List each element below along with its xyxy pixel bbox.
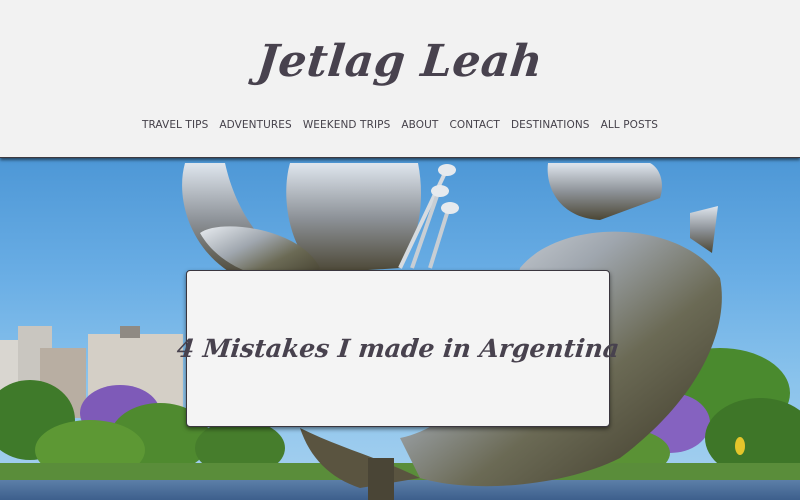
stamen-tip [441, 202, 459, 214]
nav-item-weekend-trips[interactable]: WEEKEND TRIPS [303, 119, 391, 131]
sculpture-stem [368, 458, 394, 500]
nav-item-travel-tips[interactable]: TRAVEL TIPS [142, 119, 208, 131]
post-title-card[interactable]: 4 Mistakes I made in Argentina [175, 270, 621, 427]
building-roof [120, 326, 140, 338]
sculpture-stamen [428, 209, 450, 269]
nav-item-destinations[interactable]: DESTINATIONS [511, 119, 590, 131]
main-nav: TRAVEL TIPS ADVENTURES WEEKEND TRIPS ABO… [0, 119, 800, 131]
sculpture-petal [547, 163, 662, 220]
park-sign [735, 437, 745, 455]
sculpture-petal [690, 206, 718, 253]
nav-item-contact[interactable]: CONTACT [449, 119, 500, 131]
stamen-tip [438, 164, 456, 176]
post-title[interactable]: 4 Mistakes I made in Argentina [175, 334, 620, 363]
reflecting-pool [0, 480, 800, 500]
site-header: Jetlag Leah TRAVEL TIPS ADVENTURES WEEKE… [0, 0, 800, 158]
site-logo[interactable]: Jetlag Leah [0, 36, 800, 87]
nav-item-about[interactable]: ABOUT [401, 119, 438, 131]
nav-item-all-posts[interactable]: ALL POSTS [601, 119, 658, 131]
nav-item-adventures[interactable]: ADVENTURES [219, 119, 291, 131]
stamen-tip [431, 185, 449, 197]
